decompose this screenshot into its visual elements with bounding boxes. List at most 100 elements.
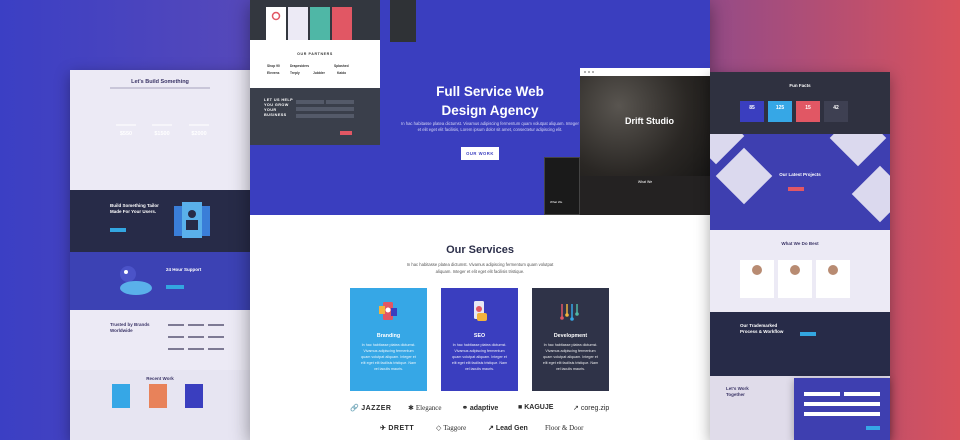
rings-icon: ⚭ — [462, 405, 468, 412]
devices-illustration-icon — [174, 202, 210, 238]
price-value: $1500 — [154, 131, 170, 137]
arrow-icon: ↗ — [488, 425, 494, 432]
mini-partners-title: OUR PARTNERS — [297, 52, 333, 56]
trusted-section: Trusted by Brands Worldwide — [70, 310, 250, 370]
pricing-subtitle-placeholder — [110, 87, 210, 89]
phone-section-title: What We — [550, 200, 563, 204]
recent-work-card[interactable] — [149, 384, 167, 408]
hero-title-line: Full Service Web — [436, 84, 544, 99]
fact-tile: 42 — [824, 101, 848, 122]
brand-logo-leadgen: ↗ Lead Gen — [488, 424, 528, 433]
form-submit-button[interactable] — [866, 426, 880, 430]
mini-form-field[interactable] — [296, 114, 354, 118]
team-card[interactable] — [740, 260, 774, 298]
diamond-icon: ◇ — [436, 424, 442, 432]
process-button[interactable] — [800, 332, 816, 336]
service-name: Development — [553, 333, 588, 339]
recent-work-section: Recent Work — [70, 370, 250, 440]
recent-work-card[interactable] — [112, 384, 130, 408]
service-description: In hac habitasse platea dictumst. Vivamu… — [360, 343, 417, 371]
service-description: In hac habitasse platea dictumst. Vivamu… — [451, 343, 508, 371]
what-we-do-best-title: What We Do Best — [781, 241, 819, 246]
left-page-preview: Let's Build Something $550 $1500 $2000 B… — [70, 70, 250, 440]
mini-partners-section: OUR PARTNERS Shop 90 Drapesiders Splashe… — [250, 40, 380, 88]
avatar — [752, 265, 762, 275]
square-icon: ■ — [518, 404, 523, 411]
drift-studio-preview: Drift Studio What We — [580, 68, 710, 215]
partner-logo: Treply — [290, 71, 300, 75]
service-card-development[interactable]: Development In hac habitasse platea dict… — [532, 288, 609, 391]
fact-tile: 15 — [796, 101, 820, 122]
chain-icon: 🔗 — [350, 405, 360, 412]
process-title: Our Trademarked Process & Workflow — [740, 323, 784, 334]
form-field[interactable] — [804, 402, 880, 406]
support-title: 24 Hour Support — [166, 267, 202, 272]
mini-contact-form: LET US HELP YOU GROW YOUR BUSINESS — [250, 88, 380, 145]
support-section: 24 Hour Support — [70, 252, 250, 310]
partner-logo: Shop 90 — [267, 64, 280, 68]
phone-preview: What We — [544, 157, 580, 215]
pricing-section: Let's Build Something $550 $1500 $2000 — [70, 70, 250, 190]
brand-logo-adaptive: ⚭ adaptive — [462, 404, 499, 413]
ring-chart-icon — [271, 11, 281, 21]
avatar — [828, 265, 838, 275]
services-title: Our Services — [446, 244, 514, 256]
mini-form-field[interactable] — [296, 100, 324, 104]
seo-icon — [474, 301, 487, 321]
mini-photo — [390, 0, 416, 42]
mini-form-field[interactable] — [296, 107, 354, 111]
partner-logo: Jubbler — [313, 71, 325, 75]
brand-logo-jazzer: 🔗 JAZZER — [350, 404, 392, 413]
hero-title-line: Design Agency — [441, 102, 539, 118]
service-name: SEO — [473, 333, 486, 339]
fun-facts-title: Fun Facts — [789, 83, 811, 88]
tailor-title: Build Something Tailor Made For Your Use… — [110, 203, 159, 214]
team-card[interactable] — [816, 260, 850, 298]
what-we-do-best-section: What We Do Best — [710, 230, 890, 312]
support-button[interactable] — [166, 285, 184, 289]
brand-logo-taggore: ◇ Taggore — [436, 424, 467, 432]
branding-icon — [379, 302, 397, 320]
team-card[interactable] — [778, 260, 812, 298]
drift-features: What We — [580, 176, 710, 215]
hero-description: In hac habitasse platea dictumst. Vivamu… — [401, 121, 579, 133]
latest-projects-title: Our Latest Projects — [779, 172, 821, 177]
partner-logo: Drapesiders — [290, 64, 310, 68]
form-field[interactable] — [804, 412, 880, 416]
service-description: In hac habitasse platea dictumst. Vivamu… — [542, 343, 599, 371]
mini-stats-panel — [250, 0, 380, 40]
brand-logo-kaguje: ■ KAGUJE — [518, 404, 554, 411]
latest-projects-button[interactable] — [788, 187, 804, 191]
partner-logo: Splashed — [334, 64, 349, 68]
price-card-premium[interactable]: $2000 — [184, 117, 214, 169]
pricing-title: Let's Build Something — [131, 79, 189, 85]
asterisk-icon: ✱ — [408, 404, 414, 412]
our-work-button[interactable]: OUR WORK — [461, 147, 499, 160]
development-icon — [560, 304, 579, 321]
price-value: $550 — [119, 131, 133, 137]
service-card-branding[interactable]: Branding In hac habitasse platea dictums… — [350, 288, 427, 391]
tailor-button[interactable] — [110, 228, 126, 232]
latest-projects-section: Our Latest Projects — [710, 134, 890, 230]
fun-facts-section: Fun Facts 85 125 15 42 — [710, 72, 890, 134]
window-dots-icon — [584, 71, 594, 73]
recent-work-card[interactable] — [185, 384, 203, 408]
center-page-preview: OUR PARTNERS Shop 90 Drapesiders Splashe… — [250, 0, 710, 440]
price-value: $2000 — [191, 131, 207, 137]
service-card-seo[interactable]: SEO In hac habitasse platea dictumst. Vi… — [441, 288, 518, 391]
hero-section: OUR PARTNERS Shop 90 Drapesiders Splashe… — [250, 0, 710, 215]
process-section: Our Trademarked Process & Workflow — [710, 312, 890, 376]
form-field[interactable] — [844, 392, 880, 396]
price-card-basic[interactable]: $550 — [111, 117, 141, 169]
mini-form-field[interactable] — [326, 100, 354, 104]
form-field[interactable] — [804, 392, 840, 396]
price-card-standard[interactable]: $1500 — [147, 117, 177, 169]
drift-studio-title: Drift Studio — [625, 116, 674, 126]
work-together-form — [794, 378, 890, 440]
arrow-icon: ↗ — [573, 405, 579, 412]
browser-bar — [580, 68, 710, 76]
fact-tile: 125 — [768, 101, 792, 122]
drift-section-title: What We — [637, 180, 653, 184]
services-description: In hac habitasse platea dictumst. Vivamu… — [406, 262, 554, 274]
mini-form-send-button[interactable] — [340, 131, 352, 135]
